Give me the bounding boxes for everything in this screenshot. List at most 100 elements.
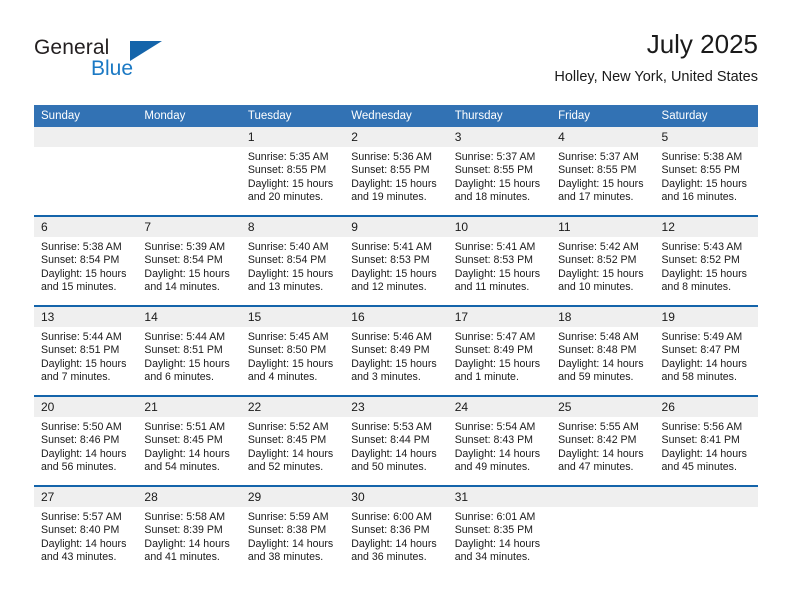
calendar-day-cell[interactable]: 23 Sunrise: 5:53 AM Sunset: 8:44 PM Dayligh…: [344, 395, 448, 486]
sunset-text: Sunset: 8:44 PM: [351, 434, 430, 447]
calendar-day-cell[interactable]: 17 Sunrise: 5:47 AM Sunset: 8:49 PM Dayligh…: [447, 305, 552, 396]
calendar-day-cell[interactable]: 27 Sunrise: 5:57 AM Sunset: 8:40 PM Dayligh…: [34, 485, 138, 575]
daylight-text: Daylight: 15 hours and 18 minutes.: [454, 177, 541, 204]
day-details: Sunrise: 5:37 AM Sunset: 8:55 PM Daylight:…: [448, 147, 551, 205]
sunrise-text: Sunrise: 5:45 AM: [247, 331, 329, 343]
sunset-text: Sunset: 8:51 PM: [41, 344, 120, 357]
weekday-header-sunday: Sunday: [34, 105, 138, 127]
daylight-text: Daylight: 15 hours and 1 minute.: [454, 357, 541, 384]
calendar-day-cell[interactable]: 20 Sunrise: 5:50 AM Sunset: 8:46 PM Dayligh…: [34, 395, 138, 486]
calendar-day-cell[interactable]: 11 Sunrise: 5:42 AM Sunset: 8:52 PM Dayligh…: [551, 215, 655, 306]
day-number: 29: [240, 487, 345, 507]
daylight-text: Daylight: 15 hours and 14 minutes.: [144, 267, 230, 294]
day-number: 27: [34, 487, 138, 507]
calendar-day-cell[interactable]: 10 Sunrise: 5:41 AM Sunset: 8:53 PM Dayligh…: [447, 215, 552, 306]
sunrise-text: Sunrise: 5:46 AM: [351, 331, 432, 343]
daylight-text: Daylight: 15 hours and 13 minutes.: [247, 267, 334, 294]
calendar-day-cell[interactable]: 16 Sunrise: 5:46 AM Sunset: 8:49 PM Dayligh…: [344, 305, 448, 396]
calendar-day-cell[interactable]: 12 Sunrise: 5:43 AM Sunset: 8:52 PM Dayligh…: [654, 215, 758, 306]
calendar-day-cell[interactable]: 30 Sunrise: 6:00 AM Sunset: 8:36 PM Dayligh…: [344, 485, 448, 575]
calendar-page: General Blue July 2025 Holley, New York,…: [0, 0, 792, 612]
calendar-day-cell[interactable]: 7 Sunrise: 5:39 AM Sunset: 8:54 PM Daylight…: [137, 215, 241, 306]
sunset-text: Sunset: 8:48 PM: [558, 344, 637, 357]
calendar-day-cell[interactable]: 29 Sunrise: 5:59 AM Sunset: 8:38 PM Dayligh…: [240, 485, 345, 575]
calendar-day-cell[interactable]: 26 Sunrise: 5:56 AM Sunset: 8:41 PM Dayligh…: [654, 395, 758, 486]
sunset-text: Sunset: 8:52 PM: [558, 254, 637, 267]
calendar-day-cell[interactable]: 2 Sunrise: 5:36 AM Sunset: 8:55 PM Daylight…: [344, 127, 448, 216]
day-details: Sunrise: 5:59 AM Sunset: 8:38 PM Daylight:…: [241, 507, 344, 565]
day-number: 3: [447, 127, 552, 147]
sunrise-text: Sunrise: 6:01 AM: [454, 511, 536, 523]
day-details: Sunrise: 5:35 AM Sunset: 8:55 PM Daylight:…: [241, 147, 344, 205]
sunset-text: Sunset: 8:39 PM: [144, 524, 223, 537]
sunset-text: Sunset: 8:45 PM: [144, 434, 223, 447]
day-details: Sunrise: 5:42 AM Sunset: 8:52 PM Daylight:…: [551, 237, 654, 295]
daylight-text: Daylight: 15 hours and 7 minutes.: [41, 357, 127, 384]
calendar-day-cell[interactable]: 14 Sunrise: 5:44 AM Sunset: 8:51 PM Dayligh…: [137, 305, 241, 396]
day-number: 5: [654, 127, 758, 147]
calendar-day-cell[interactable]: 15 Sunrise: 5:45 AM Sunset: 8:50 PM Dayligh…: [240, 305, 345, 396]
weekday-header-saturday: Saturday: [654, 105, 758, 127]
day-details: Sunrise: 5:58 AM Sunset: 8:39 PM Daylight:…: [137, 507, 240, 565]
calendar-body: 1 Sunrise: 5:35 AM Sunset: 8:55 PM Daylight…: [34, 127, 758, 575]
calendar-day-cell[interactable]: 28 Sunrise: 5:58 AM Sunset: 8:39 PM Dayligh…: [137, 485, 241, 575]
page-title: July 2025: [646, 29, 758, 59]
day-number: 12: [654, 217, 758, 237]
sunrise-text: Sunrise: 5:50 AM: [41, 421, 122, 433]
location-subtitle: Holley, New York, United States: [554, 69, 758, 85]
sunset-text: Sunset: 8:46 PM: [41, 434, 120, 447]
daylight-text: Daylight: 14 hours and 50 minutes.: [351, 447, 437, 474]
day-number: 31: [447, 487, 552, 507]
calendar-day-cell[interactable]: 25 Sunrise: 5:55 AM Sunset: 8:42 PM Dayligh…: [551, 395, 655, 486]
calendar-day-cell[interactable]: 19 Sunrise: 5:49 AM Sunset: 8:47 PM Dayligh…: [654, 305, 758, 396]
sunset-text: Sunset: 8:41 PM: [661, 434, 740, 447]
sunrise-text: Sunrise: 5:48 AM: [558, 331, 639, 343]
sunset-text: Sunset: 8:55 PM: [351, 164, 430, 177]
calendar-day-cell[interactable]: 21 Sunrise: 5:51 AM Sunset: 8:45 PM Dayligh…: [137, 395, 241, 486]
day-details: Sunrise: 5:48 AM Sunset: 8:48 PM Daylight:…: [551, 327, 654, 385]
day-number: 19: [654, 307, 758, 327]
calendar-day-cell[interactable]: 6 Sunrise: 5:38 AM Sunset: 8:54 PM Daylight…: [34, 215, 138, 306]
sunset-text: Sunset: 8:53 PM: [454, 254, 534, 267]
day-number: 8: [240, 217, 345, 237]
day-number: 17: [447, 307, 552, 327]
day-number: 23: [344, 397, 448, 417]
sunrise-text: Sunrise: 5:53 AM: [351, 421, 432, 433]
daylight-text: Daylight: 14 hours and 52 minutes.: [247, 447, 334, 474]
sunrise-text: Sunrise: 5:39 AM: [144, 241, 226, 253]
calendar-day-cell[interactable]: 22 Sunrise: 5:52 AM Sunset: 8:45 PM Dayligh…: [240, 395, 345, 486]
calendar-day-cell[interactable]: 3 Sunrise: 5:37 AM Sunset: 8:55 PM Daylight…: [447, 127, 552, 216]
day-number: 2: [344, 127, 448, 147]
sunrise-text: Sunrise: 5:36 AM: [351, 151, 432, 163]
sunset-text: Sunset: 8:42 PM: [558, 434, 637, 447]
calendar-day-cell[interactable]: 4 Sunrise: 5:37 AM Sunset: 8:55 PM Daylight…: [551, 127, 655, 216]
day-details: Sunrise: 5:53 AM Sunset: 8:44 PM Daylight:…: [344, 417, 447, 475]
daylight-text: Daylight: 14 hours and 47 minutes.: [558, 447, 644, 474]
weekday-header-tuesday: Tuesday: [240, 105, 345, 127]
day-details: Sunrise: 5:57 AM Sunset: 8:40 PM Daylight:…: [34, 507, 137, 565]
day-details: Sunrise: 5:36 AM Sunset: 8:55 PM Daylight:…: [344, 147, 447, 205]
day-details: Sunrise: 5:41 AM Sunset: 8:53 PM Daylight:…: [344, 237, 447, 295]
calendar-day-cell[interactable]: 31 Sunrise: 6:01 AM Sunset: 8:35 PM Dayligh…: [447, 485, 552, 575]
daylight-text: Daylight: 15 hours and 15 minutes.: [41, 267, 127, 294]
calendar-day-cell[interactable]: 24 Sunrise: 5:54 AM Sunset: 8:43 PM Dayligh…: [447, 395, 552, 486]
sunrise-text: Sunrise: 5:52 AM: [247, 421, 329, 433]
calendar-day-cell[interactable]: 18 Sunrise: 5:48 AM Sunset: 8:48 PM Dayligh…: [551, 305, 655, 396]
calendar-day-cell[interactable]: 8 Sunrise: 5:40 AM Sunset: 8:54 PM Daylight…: [240, 215, 345, 306]
day-number: 16: [344, 307, 448, 327]
brand-name-blue: Blue: [91, 57, 134, 80]
calendar-day-cell[interactable]: 13 Sunrise: 5:44 AM Sunset: 8:51 PM Dayligh…: [34, 305, 138, 396]
day-number: 26: [654, 397, 758, 417]
daylight-text: Daylight: 15 hours and 3 minutes.: [351, 357, 437, 384]
day-number: 18: [551, 307, 655, 327]
brand-logo[interactable]: General Blue: [34, 36, 234, 92]
day-number: [137, 127, 241, 147]
daylight-text: Daylight: 14 hours and 58 minutes.: [661, 357, 747, 384]
calendar-day-cell[interactable]: 1 Sunrise: 5:35 AM Sunset: 8:55 PM Daylight…: [240, 127, 345, 216]
calendar-day-cell[interactable]: 5 Sunrise: 5:38 AM Sunset: 8:55 PM Daylight…: [654, 127, 758, 216]
sunrise-text: Sunrise: 5:55 AM: [558, 421, 639, 433]
calendar-day-cell[interactable]: 9 Sunrise: 5:41 AM Sunset: 8:53 PM Daylight…: [344, 215, 448, 306]
day-number: 21: [137, 397, 241, 417]
daylight-text: Daylight: 14 hours and 49 minutes.: [454, 447, 541, 474]
day-details: Sunrise: 5:46 AM Sunset: 8:49 PM Daylight:…: [344, 327, 447, 385]
